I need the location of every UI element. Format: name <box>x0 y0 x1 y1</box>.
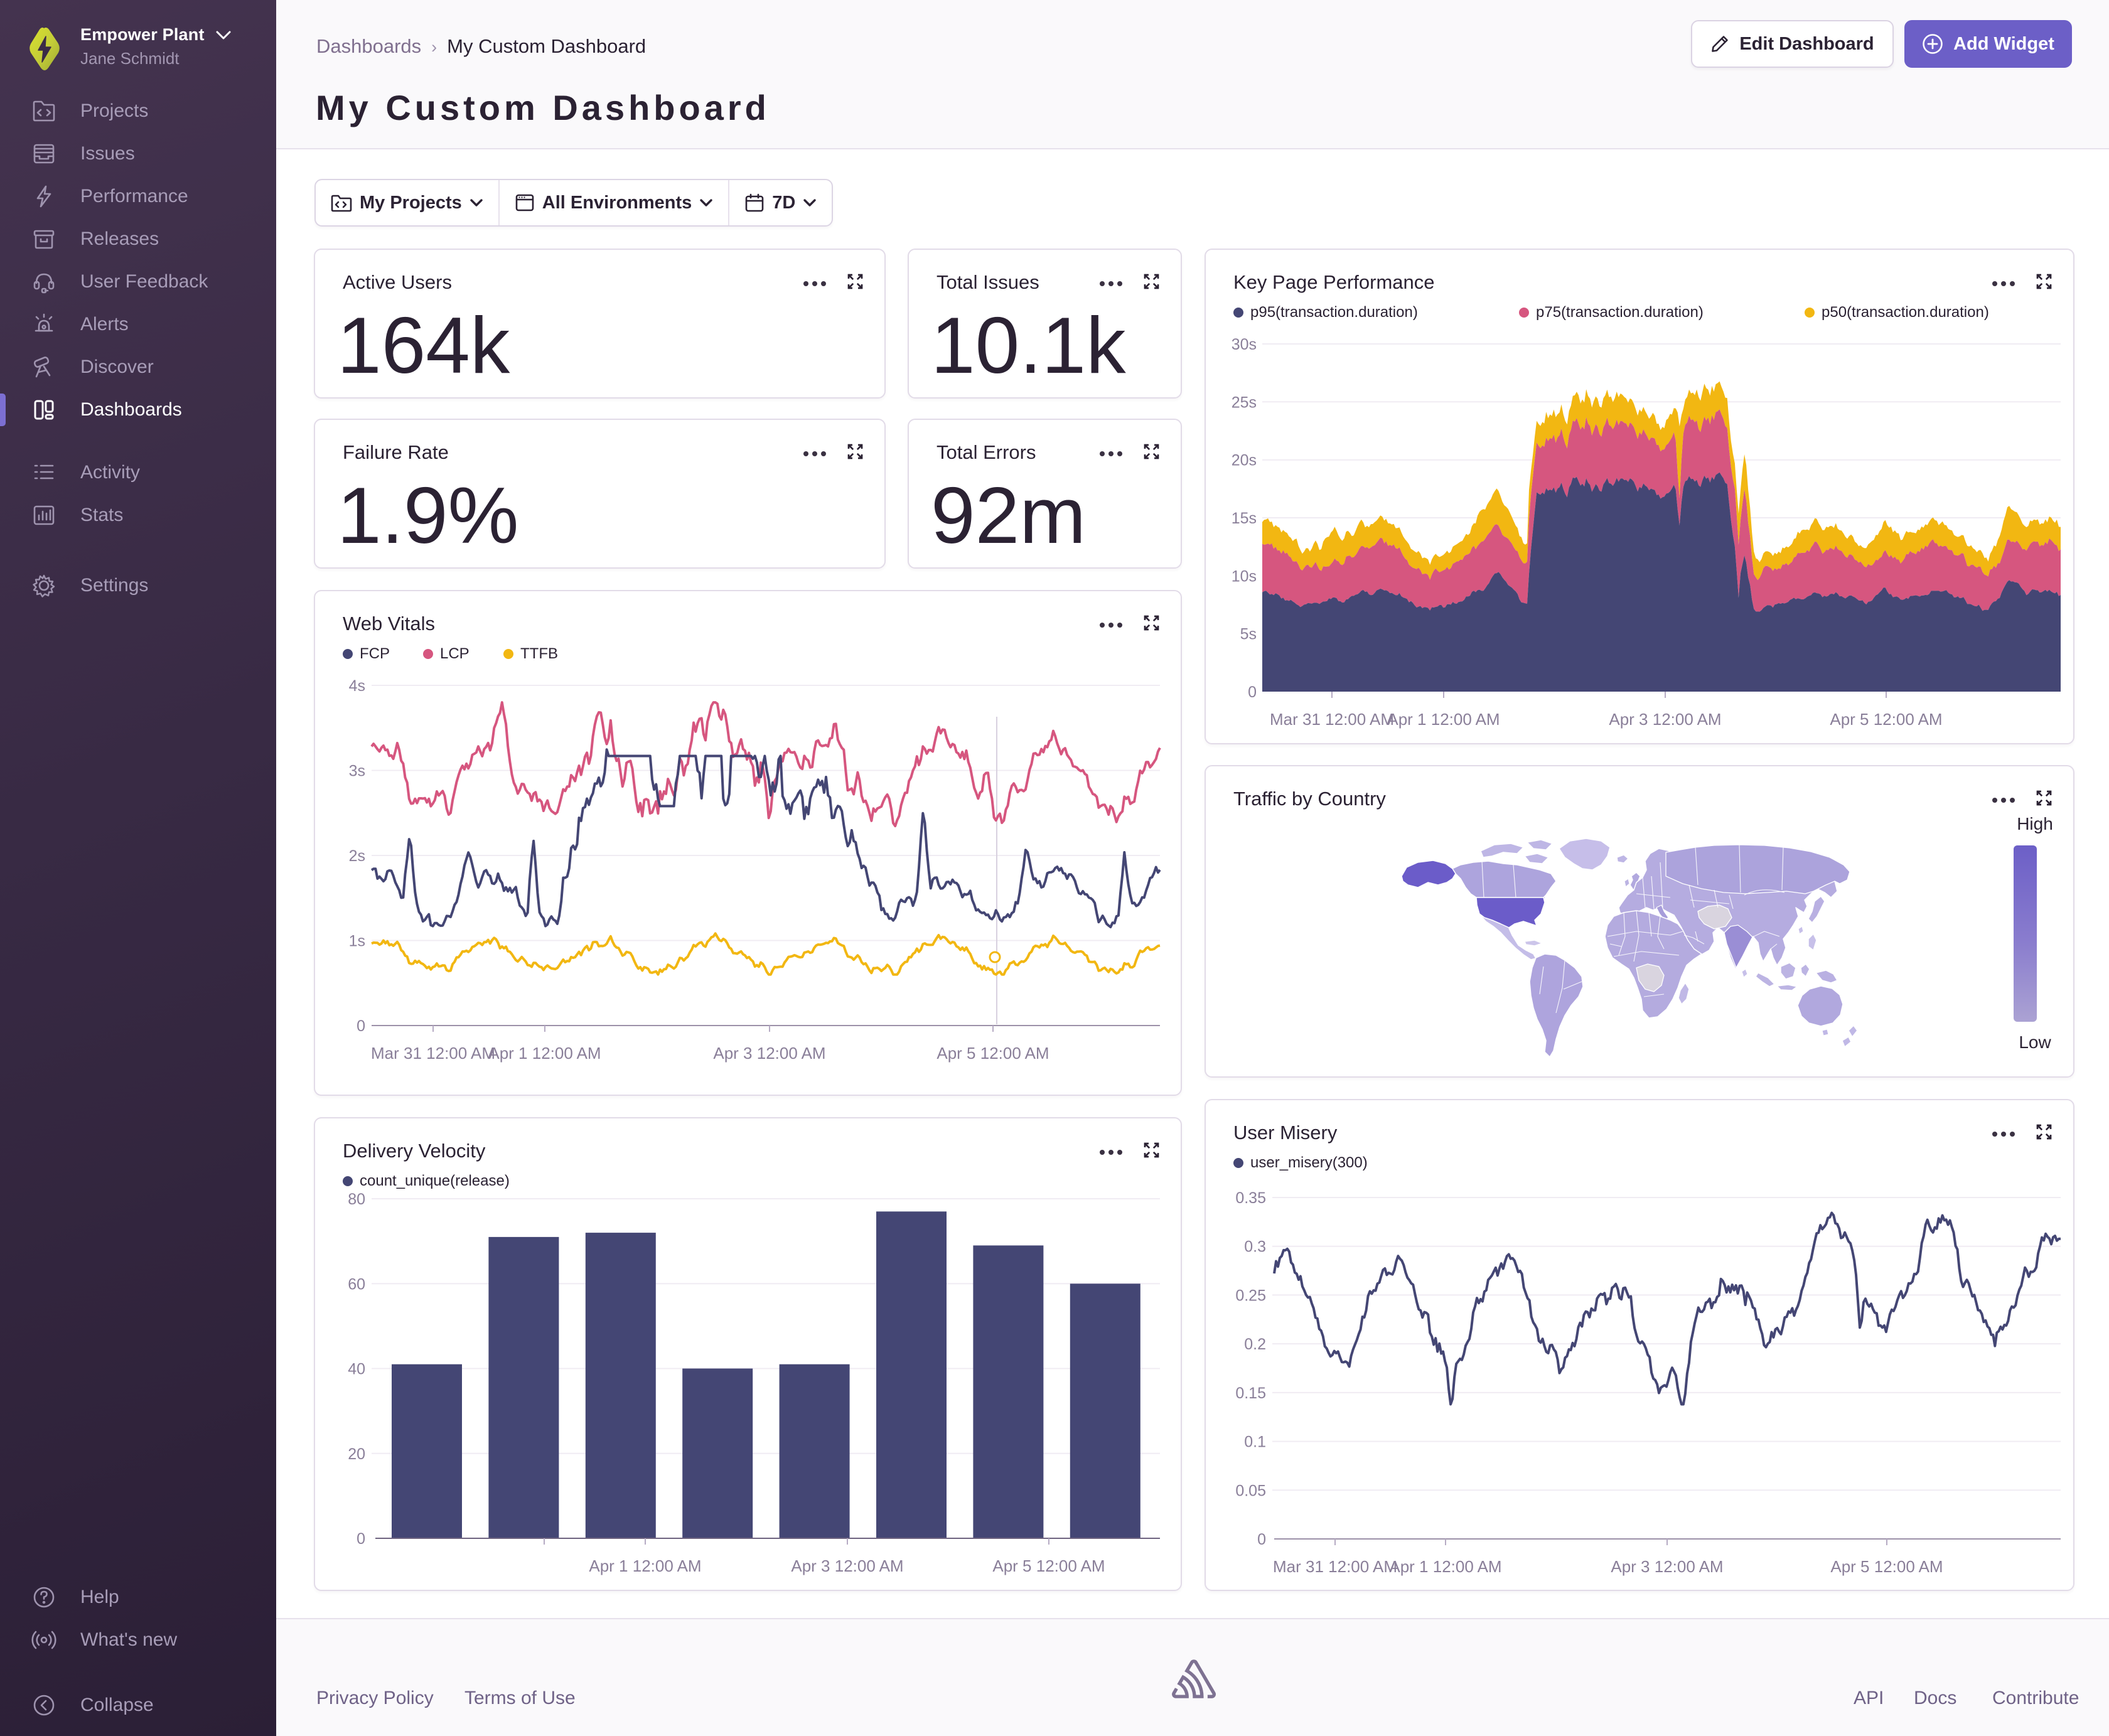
svg-text:Apr 5 12:00 AM: Apr 5 12:00 AM <box>1830 1557 1943 1576</box>
svg-text:Mar 31 12:00 AM: Mar 31 12:00 AM <box>1273 1557 1397 1576</box>
svg-text:3s: 3s <box>349 763 365 780</box>
svg-text:0: 0 <box>1248 683 1257 701</box>
svg-text:5s: 5s <box>1240 626 1257 643</box>
svg-text:1s: 1s <box>349 933 365 950</box>
svg-text:80: 80 <box>348 1191 365 1208</box>
svg-text:4s: 4s <box>349 677 365 695</box>
svg-text:20s: 20s <box>1232 452 1257 469</box>
svg-text:25s: 25s <box>1232 394 1257 411</box>
svg-text:40: 40 <box>348 1361 365 1378</box>
svg-text:2s: 2s <box>349 847 365 865</box>
svg-text:0.3: 0.3 <box>1244 1238 1266 1256</box>
svg-text:0.2: 0.2 <box>1244 1336 1266 1353</box>
svg-text:0: 0 <box>1257 1531 1266 1548</box>
svg-text:0.35: 0.35 <box>1235 1189 1266 1207</box>
svg-text:0.15: 0.15 <box>1235 1385 1266 1402</box>
svg-text:20: 20 <box>348 1445 365 1463</box>
svg-text:Apr 5 12:00 AM: Apr 5 12:00 AM <box>1830 710 1942 729</box>
svg-text:15s: 15s <box>1232 510 1257 527</box>
svg-text:0: 0 <box>357 1530 365 1548</box>
svg-text:0: 0 <box>357 1017 365 1035</box>
svg-text:30s: 30s <box>1232 336 1257 353</box>
svg-text:Apr 5 12:00 AM: Apr 5 12:00 AM <box>992 1557 1105 1575</box>
svg-text:Mar 31 12:00 AM: Mar 31 12:00 AM <box>1270 710 1394 729</box>
svg-text:Apr 3 12:00 AM: Apr 3 12:00 AM <box>1611 1557 1723 1576</box>
svg-text:0.25: 0.25 <box>1235 1287 1266 1304</box>
svg-text:0.1: 0.1 <box>1244 1433 1266 1451</box>
svg-text:Apr 3 12:00 AM: Apr 3 12:00 AM <box>791 1557 903 1575</box>
svg-text:Apr 1 12:00 AM: Apr 1 12:00 AM <box>1389 1557 1501 1576</box>
svg-text:Apr 3 12:00 AM: Apr 3 12:00 AM <box>1609 710 1721 729</box>
svg-text:Apr 5 12:00 AM: Apr 5 12:00 AM <box>936 1044 1049 1063</box>
svg-text:0.05: 0.05 <box>1235 1482 1266 1499</box>
svg-text:10s: 10s <box>1232 567 1257 585</box>
svg-text:Mar 31 12:00 AM: Mar 31 12:00 AM <box>371 1044 495 1063</box>
svg-text:60: 60 <box>348 1275 365 1293</box>
svg-text:Apr 1 12:00 AM: Apr 1 12:00 AM <box>589 1557 701 1575</box>
svg-text:Apr 3 12:00 AM: Apr 3 12:00 AM <box>713 1044 825 1063</box>
svg-text:Apr 1 12:00 AM: Apr 1 12:00 AM <box>488 1044 601 1063</box>
svg-text:Apr 1 12:00 AM: Apr 1 12:00 AM <box>1387 710 1500 729</box>
